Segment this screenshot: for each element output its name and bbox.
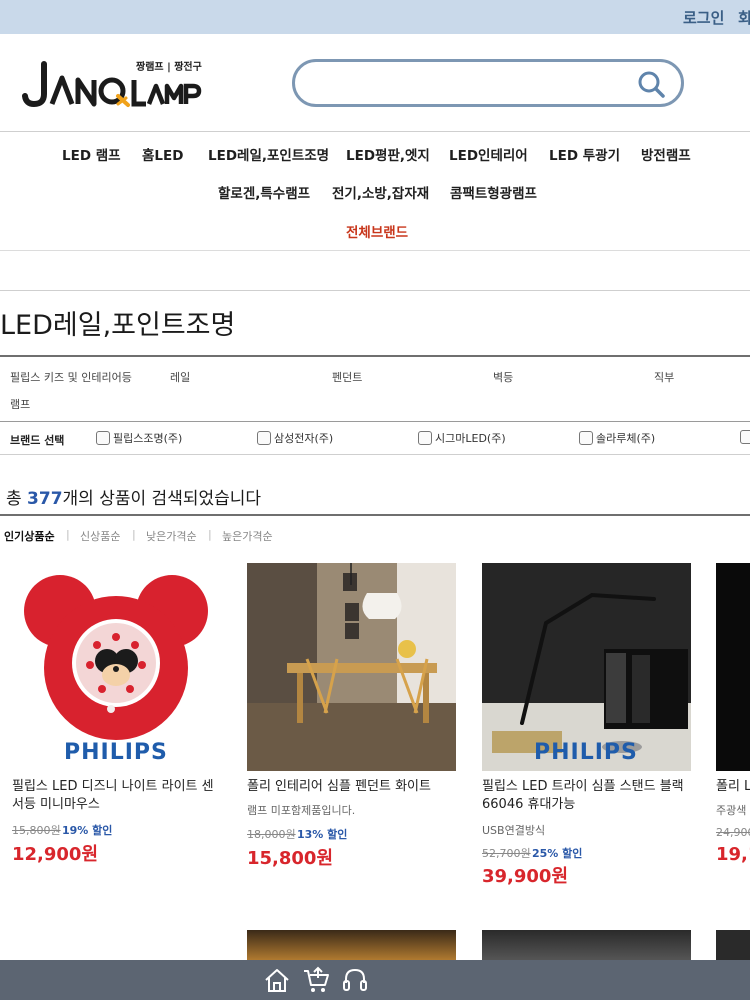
headset-icon[interactable] <box>341 966 369 994</box>
brand-option-next[interactable] <box>740 430 750 446</box>
nav-led-lamp[interactable]: LED 램프 <box>62 144 121 164</box>
nav-discharge-lamp[interactable]: 방전램프 <box>641 144 691 164</box>
nav-all-brands[interactable]: 전체브랜드 <box>346 221 408 241</box>
sort-popular[interactable]: 인기상품순 <box>4 528 55 544</box>
original-price: 24,900 <box>716 826 750 839</box>
subcategory-rail[interactable]: 레일 <box>170 369 190 385</box>
cart-icon[interactable] <box>302 966 330 994</box>
checkbox[interactable] <box>740 430 750 444</box>
sort-divider: | <box>66 528 70 541</box>
sale-price: 39,900원 <box>482 866 569 887</box>
sale-price: 15,800원 <box>247 848 334 869</box>
join-link[interactable]: 회 <box>738 7 750 28</box>
brand-logo: PHILIPS <box>534 740 638 765</box>
sort-high-price[interactable]: 높은가격순 <box>222 528 273 544</box>
sort-divider: | <box>208 528 212 541</box>
subcategory-wall[interactable]: 벽등 <box>493 369 513 385</box>
sort-divider: | <box>132 528 136 541</box>
page-title: LED레일,포인트조명 <box>0 310 236 341</box>
product-image[interactable] <box>247 930 456 960</box>
result-suffix: 개의 상품이 검색되었습니다 <box>62 489 262 509</box>
divider <box>0 355 750 357</box>
result-count: 377 <box>27 489 63 509</box>
site-logo[interactable]: 짱램프 | 짱전구 <box>22 58 202 110</box>
product-image[interactable] <box>247 563 456 771</box>
discount-badge: 19% 할인 <box>62 824 113 837</box>
product-image[interactable]: PHILIPS <box>482 563 691 771</box>
original-price: 52,700원 <box>482 847 531 860</box>
product-image[interactable] <box>716 930 750 960</box>
nav-electric[interactable]: 전기,소방,잡자재 <box>332 182 429 202</box>
divider <box>0 250 750 251</box>
sale-price: 19,1 <box>716 844 750 865</box>
brand-filter-label: 브랜드 선택 <box>10 434 65 447</box>
discount-badge: 13% 할인 <box>297 828 348 841</box>
brand-option-samsung[interactable]: 삼성전자(주) <box>257 430 333 446</box>
divider <box>0 131 750 132</box>
nav-home-led[interactable]: 홈LED <box>142 144 183 164</box>
search-icon[interactable] <box>635 68 667 100</box>
bottom-toolbar <box>0 960 750 1000</box>
subcategory-pendant[interactable]: 펜던트 <box>332 369 362 385</box>
login-link[interactable]: 로그인 <box>683 7 724 28</box>
sort-low-price[interactable]: 낮은가격순 <box>146 528 197 544</box>
logo-mark <box>22 61 202 108</box>
original-price: 15,800원 <box>12 824 61 837</box>
checkbox[interactable] <box>579 431 593 445</box>
product-title[interactable]: 필립스 LED 디즈니 나이트 라이트 센서등 미니마우스 <box>12 778 217 814</box>
nav-led-rail[interactable]: LED레일,포인트조명 <box>208 144 329 164</box>
checkbox[interactable] <box>418 431 432 445</box>
top-bar: 로그인 회 <box>0 0 750 34</box>
brand-option-philips[interactable]: 필립스조명(주) <box>96 430 182 446</box>
product-image[interactable] <box>482 930 691 960</box>
subcategory-ceiling[interactable]: 직부 <box>654 369 674 385</box>
brand-option-solaruche[interactable]: 솔라루체(주) <box>579 430 655 446</box>
product-title[interactable]: 폴리 L <box>716 778 750 796</box>
divider <box>0 421 750 422</box>
nav-compact[interactable]: 콤팩트형광램프 <box>450 182 537 202</box>
original-price: 18,000원 <box>247 828 296 841</box>
subcategory-kids[interactable]: 필립스 키즈 및 인테리어등 <box>10 369 132 385</box>
product-image[interactable] <box>716 563 750 771</box>
product-subtitle: USB연결방식 <box>482 824 546 837</box>
sale-price: 12,900원 <box>12 844 99 865</box>
search-box[interactable] <box>292 59 684 107</box>
product-subtitle: 주광색 <box>716 804 747 817</box>
product-title[interactable]: 폴리 인테리어 심플 펜던트 화이트 <box>247 778 452 796</box>
home-icon[interactable] <box>263 966 291 994</box>
nav-led-panel[interactable]: LED평판,엣지 <box>346 144 430 164</box>
sort-newest[interactable]: 신상품순 <box>80 528 120 544</box>
result-prefix: 총 <box>6 489 28 509</box>
product-title[interactable]: 필립스 LED 트라이 심플 스탠드 블랙 66046 휴대가능 <box>482 778 687 814</box>
divider <box>0 514 750 516</box>
result-summary: 총 377개의 상품이 검색되었습니다 <box>6 484 261 509</box>
discount-badge: 25% 할인 <box>532 847 583 860</box>
checkbox[interactable] <box>96 431 110 445</box>
search-input[interactable] <box>313 70 633 96</box>
nav-led-floodlight[interactable]: LED 투광기 <box>549 144 620 164</box>
subcategory-lamp[interactable]: 램프 <box>10 396 30 412</box>
product-subtitle: 램프 미포함제품입니다. <box>247 804 356 817</box>
checkbox[interactable] <box>257 431 271 445</box>
brand-logo: PHILIPS <box>64 740 168 765</box>
brand-option-sigma[interactable]: 시그마LED(주) <box>418 430 506 446</box>
divider <box>0 290 750 291</box>
nav-led-interior[interactable]: LED인테리어 <box>449 144 528 164</box>
divider <box>0 454 750 455</box>
product-image[interactable]: PHILIPS <box>12 563 221 771</box>
nav-halogen[interactable]: 할로겐,특수램프 <box>218 182 310 202</box>
